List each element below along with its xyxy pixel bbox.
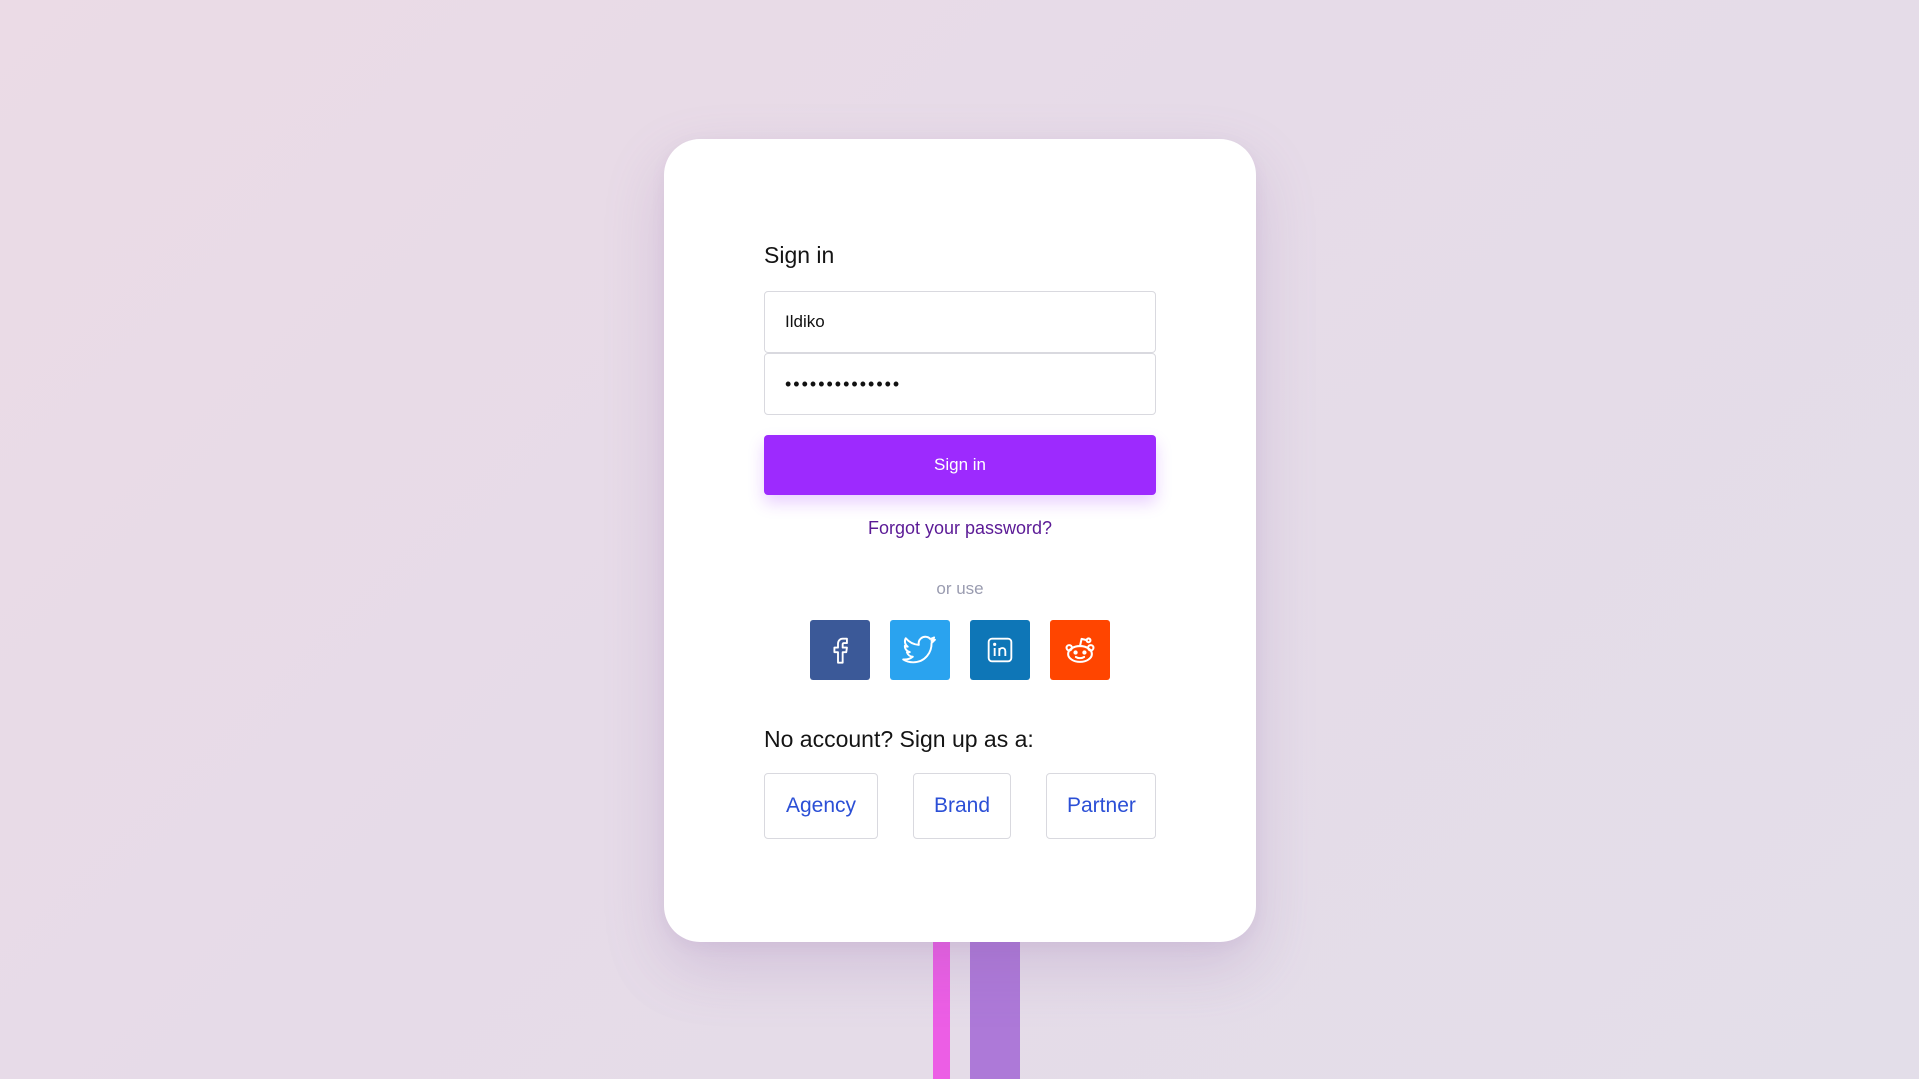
login-card: Sign in Sign in Forgot your password? or…	[664, 139, 1256, 942]
linkedin-login-button[interactable]	[970, 620, 1030, 680]
signup-partner-button[interactable]: Partner	[1046, 773, 1156, 839]
decorative-purple-stripe	[970, 930, 1020, 1079]
signup-agency-button[interactable]: Agency	[764, 773, 878, 839]
username-input[interactable]	[764, 291, 1156, 353]
social-login-row	[764, 620, 1156, 680]
linkedin-icon	[987, 637, 1013, 663]
facebook-login-button[interactable]	[810, 620, 870, 680]
signup-heading: No account? Sign up as a:	[764, 726, 1034, 752]
page-title: Sign in	[764, 242, 835, 268]
decorative-pink-stripe	[933, 930, 950, 1079]
reddit-icon	[1065, 637, 1095, 663]
twitter-login-button[interactable]	[890, 620, 950, 680]
password-input[interactable]	[764, 353, 1156, 415]
forgot-password-link[interactable]: Forgot your password?	[764, 517, 1156, 539]
signup-brand-button[interactable]: Brand	[913, 773, 1011, 839]
login-form: Sign in Sign in Forgot your password? or…	[764, 239, 1156, 839]
signup-options: Agency Brand Partner	[764, 773, 1156, 839]
facebook-icon	[833, 637, 848, 664]
twitter-icon	[902, 635, 936, 664]
reddit-login-button[interactable]	[1050, 620, 1110, 680]
sign-in-button[interactable]: Sign in	[764, 435, 1156, 495]
or-use-label: or use	[936, 579, 984, 598]
